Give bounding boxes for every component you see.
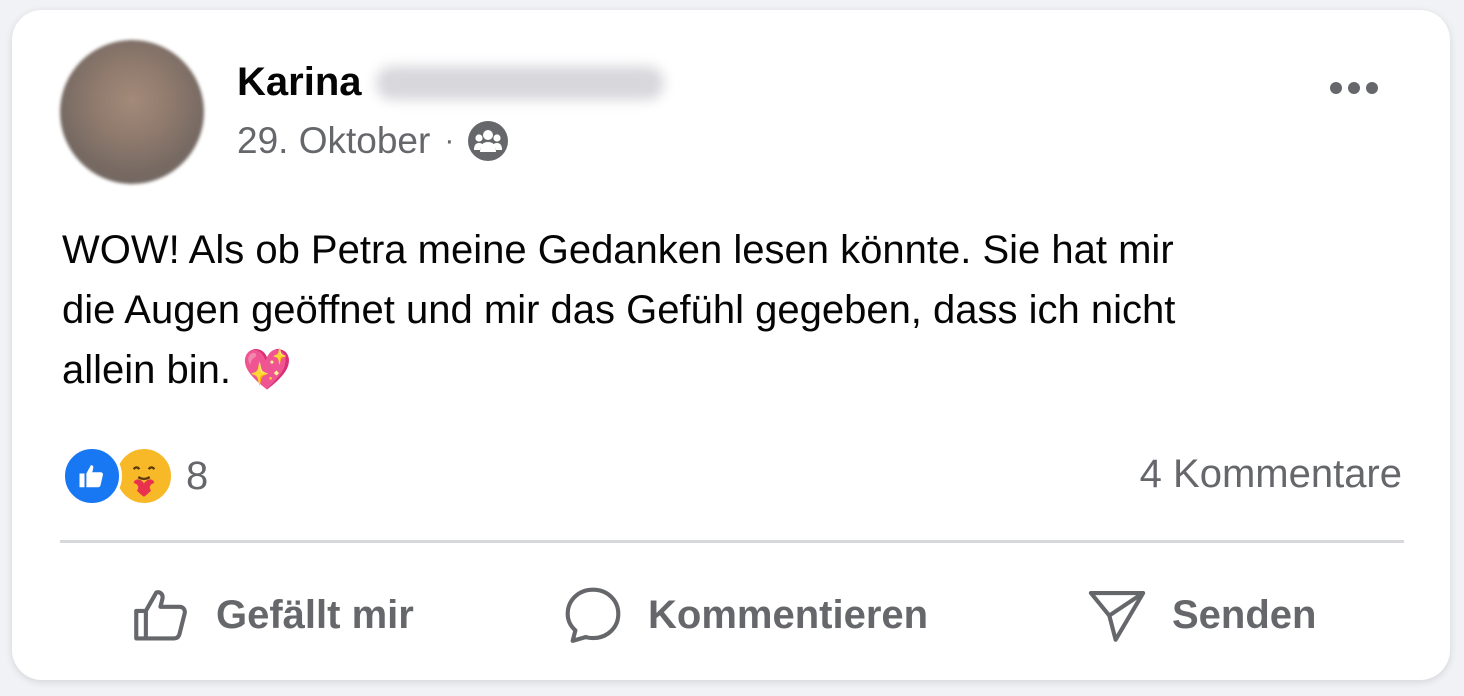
comment-bubble-icon (560, 582, 626, 648)
comment-button-label: Kommentieren (648, 592, 929, 637)
post-date[interactable]: 29. Oktober (237, 120, 430, 162)
page: Karina 29. Oktober · WOW! Als ob Petra m… (0, 0, 1464, 696)
send-button-label: Senden (1172, 592, 1317, 637)
more-options-button[interactable] (1330, 76, 1386, 100)
post-text: WOW! Als ob Petra meine Gedanken lesen k… (62, 220, 1402, 400)
more-dot-icon (1348, 82, 1360, 94)
redacted-surname (375, 65, 664, 100)
care-icon (114, 446, 174, 506)
author-name[interactable]: Karina (237, 60, 362, 105)
more-dot-icon (1366, 82, 1378, 94)
thumbs-up-icon (128, 582, 194, 648)
post-text-line: die Augen geöffnet und mir das Gefühl ge… (62, 288, 1176, 332)
send-button[interactable]: Senden (1084, 570, 1316, 660)
post-text-line-last: allein bin. 💖 (62, 340, 1402, 400)
group-audience-icon (468, 121, 509, 161)
post-text-line: WOW! Als ob Petra meine Gedanken lesen k… (62, 228, 1174, 272)
reactions-summary[interactable]: 8 (62, 446, 208, 506)
post-meta: 29. Oktober · (237, 120, 509, 162)
post-text-line: allein bin. (62, 348, 232, 392)
more-dot-icon (1330, 82, 1342, 94)
send-icon (1084, 582, 1150, 648)
author-row: Karina (237, 60, 664, 105)
meta-separator: · (444, 124, 455, 157)
comments-count-link[interactable]: 4 Kommentare (1140, 452, 1402, 497)
reaction-count: 8 (186, 453, 209, 498)
like-button[interactable]: Gefällt mir (128, 570, 414, 660)
avatar[interactable] (60, 40, 204, 184)
action-bar: Gefällt mir Kommentieren Senden (12, 570, 1450, 660)
divider (60, 540, 1404, 543)
post-card: Karina 29. Oktober · WOW! Als ob Petra m… (12, 10, 1450, 680)
comment-button[interactable]: Kommentieren (560, 570, 928, 660)
like-button-label: Gefällt mir (216, 592, 414, 637)
like-icon (62, 446, 122, 506)
sparkling-heart-emoji: 💖 (242, 348, 292, 392)
